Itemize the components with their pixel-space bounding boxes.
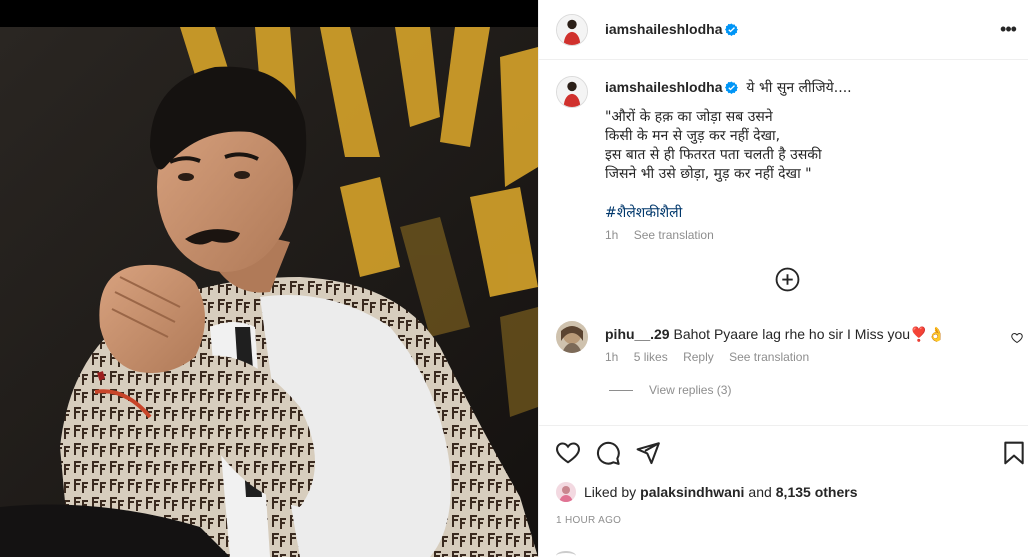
commenter-username[interactable]: pihu__.29 — [605, 326, 670, 342]
commenter-avatar[interactable] — [556, 321, 588, 353]
add-comment-area-edge — [556, 551, 576, 557]
caption-time: 1h — [605, 228, 619, 242]
post-image[interactable] — [0, 27, 538, 557]
comment-heart-icon[interactable] — [1011, 332, 1023, 344]
liker-avatar[interactable] — [556, 482, 576, 502]
caption-avatar[interactable] — [556, 76, 588, 108]
post-actions-section: Liked by palaksindhwani and 8,135 others… — [539, 425, 1028, 557]
comment-time: 1h — [605, 350, 619, 364]
replies-divider-line — [609, 389, 633, 391]
caption-intro: ये भी सुन लीजिये.... — [746, 80, 852, 96]
comment-meta: 1h 5 likes Reply See translation — [605, 350, 821, 364]
comment-see-translation-link[interactable]: See translation — [729, 350, 809, 364]
comment-likes-link[interactable]: 5 likes — [634, 350, 668, 364]
caption-username[interactable]: iamshaileshlodha — [605, 79, 722, 95]
view-replies-button[interactable]: View replies (3) — [609, 383, 731, 397]
author-avatar[interactable] — [556, 14, 588, 46]
view-replies-label: View replies (3) — [649, 383, 732, 397]
post-header: iamshaileshlodha ••• — [539, 0, 1028, 60]
more-options-button[interactable]: ••• — [997, 18, 1019, 40]
share-icon — [636, 442, 660, 465]
caption-quote: "औरों के हक़ का जोड़ा सब उसने किसी के मन… — [605, 109, 822, 182]
bookmark-icon — [1004, 441, 1024, 465]
liked-by-user[interactable]: palaksindhwani — [640, 484, 744, 500]
caption-see-translation-link[interactable]: See translation — [634, 228, 714, 242]
comment-text-row: pihu__.29 Bahot Pyaare lag rhe ho sir I … — [605, 325, 1005, 343]
comment-icon — [596, 441, 620, 465]
liked-by-row: Liked by palaksindhwani and 8,135 others — [556, 482, 857, 502]
top-black-bar — [0, 0, 538, 27]
heart-icon — [556, 442, 580, 464]
share-button[interactable] — [635, 440, 661, 466]
like-button[interactable] — [555, 440, 581, 466]
plus-circle-icon — [775, 267, 800, 292]
caption-hashtag[interactable]: #शैलेशकीशैली — [605, 203, 682, 222]
author-username[interactable]: iamshaileshlodha — [605, 21, 722, 37]
post-timestamp[interactable]: 1 HOUR AGO — [556, 515, 621, 526]
verified-badge-icon — [725, 81, 739, 94]
comment-text: Bahot Pyaare lag rhe ho sir I Miss you❣️… — [673, 326, 945, 342]
post-details-panel: iamshaileshlodha ••• iamshaileshlodha ये… — [538, 0, 1028, 557]
verified-badge-icon — [725, 23, 739, 36]
save-button[interactable] — [1001, 440, 1027, 466]
comment-button[interactable] — [595, 440, 621, 466]
load-more-comments-button[interactable] — [775, 267, 800, 292]
liked-by-and: and — [748, 484, 772, 500]
liked-by-others[interactable]: 8,135 others — [776, 484, 858, 500]
caption-meta: 1h See translation — [605, 228, 726, 242]
author-username-row: iamshaileshlodha — [605, 21, 739, 37]
comment-reply-button[interactable]: Reply — [683, 350, 714, 364]
liked-by-prefix: Liked by — [584, 484, 637, 500]
caption-first-line: iamshaileshlodha ये भी सुन लीजिये.... — [605, 78, 1015, 97]
more-horizontal-icon: ••• — [1000, 18, 1017, 39]
